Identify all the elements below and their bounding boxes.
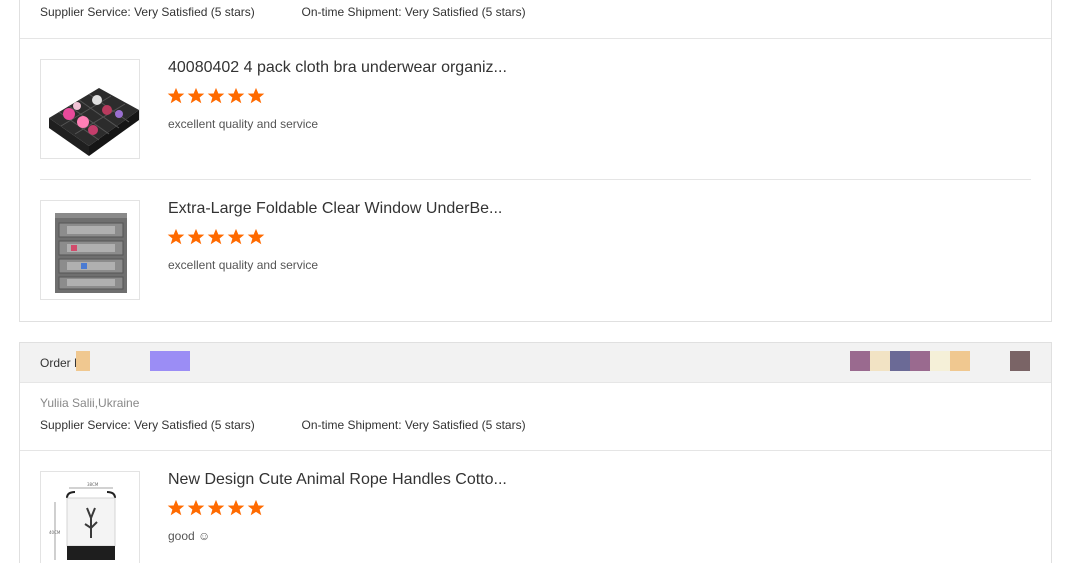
star-icon xyxy=(247,87,265,104)
drawer-organizer-icon[interactable] xyxy=(40,59,140,159)
star-icon xyxy=(167,228,185,245)
product-title[interactable]: 40080402 4 pack cloth bra underwear orga… xyxy=(168,59,507,77)
star-icon xyxy=(207,228,225,245)
shipment-value: Very Satisfied xyxy=(404,418,479,432)
review-comment: good ☺ xyxy=(168,529,211,543)
review-card: Order N Yuliia Salii,Ukraine Supplier Se… xyxy=(19,342,1052,563)
svg-text:40CM: 40CM xyxy=(49,530,61,535)
shipment-value: Very Satisfied xyxy=(404,5,479,19)
supplier-service-label: Supplier Service: xyxy=(40,5,131,19)
product-item: Extra-Large Foldable Clear Window UnderB… xyxy=(40,200,1030,300)
redaction-block xyxy=(950,351,970,371)
order-header: Order N xyxy=(20,343,1051,383)
shipment-label: On-time Shipment: xyxy=(301,418,402,432)
divider xyxy=(20,450,1051,451)
product-title[interactable]: New Design Cute Animal Rope Handles Cott… xyxy=(168,471,507,489)
star-icon xyxy=(187,228,205,245)
supplier-service-stars: (5 stars) xyxy=(210,5,255,19)
review-comment: excellent quality and service xyxy=(168,258,319,272)
svg-text:38CM: 38CM xyxy=(87,482,99,487)
rating-summary: Supplier Service: Very Satisfied (5 star… xyxy=(40,418,526,432)
supplier-service-value: Very Satisfied xyxy=(134,5,208,19)
star-icon xyxy=(187,87,205,104)
star-rating xyxy=(167,87,265,105)
laundry-basket-icon[interactable]: 38CM 40CM xyxy=(40,471,140,563)
product-item: 38CM 40CM New Design Cute Animal Rope Ha… xyxy=(40,471,1030,563)
divider xyxy=(40,179,1031,180)
review-card: Supplier Service: Very Satisfied (5 star… xyxy=(19,0,1052,322)
star-icon xyxy=(167,499,185,516)
star-icon xyxy=(227,228,245,245)
star-icon xyxy=(187,499,205,516)
redaction-block xyxy=(850,351,870,371)
redaction-block xyxy=(76,351,90,371)
redaction-block xyxy=(930,351,950,371)
shipment-label: On-time Shipment: xyxy=(301,5,402,19)
star-icon xyxy=(207,499,225,516)
product-item: 40080402 4 pack cloth bra underwear orga… xyxy=(40,59,1030,159)
shipment-stars: (5 stars) xyxy=(481,5,526,19)
storage-bag-icon[interactable] xyxy=(40,200,140,300)
star-icon xyxy=(247,499,265,516)
redaction-block xyxy=(870,351,890,371)
supplier-service-stars: (5 stars) xyxy=(210,418,255,432)
product-title[interactable]: Extra-Large Foldable Clear Window UnderB… xyxy=(168,200,502,218)
star-rating xyxy=(167,499,265,517)
redaction-block xyxy=(150,351,190,371)
redaction-block xyxy=(1010,351,1030,371)
buyer-info: Yuliia Salii,Ukraine xyxy=(40,396,140,410)
divider xyxy=(20,38,1051,39)
shipment-stars: (5 stars) xyxy=(481,418,526,432)
supplier-service-label: Supplier Service: xyxy=(40,418,131,432)
rating-summary: Supplier Service: Very Satisfied (5 star… xyxy=(40,5,526,19)
star-rating xyxy=(167,228,265,246)
review-comment: excellent quality and service xyxy=(168,117,319,131)
supplier-service-value: Very Satisfied xyxy=(134,418,208,432)
redaction-block xyxy=(890,351,910,371)
star-icon xyxy=(247,228,265,245)
redaction-block xyxy=(910,351,930,371)
star-icon xyxy=(227,87,245,104)
star-icon xyxy=(167,87,185,104)
star-icon xyxy=(227,499,245,516)
star-icon xyxy=(207,87,225,104)
